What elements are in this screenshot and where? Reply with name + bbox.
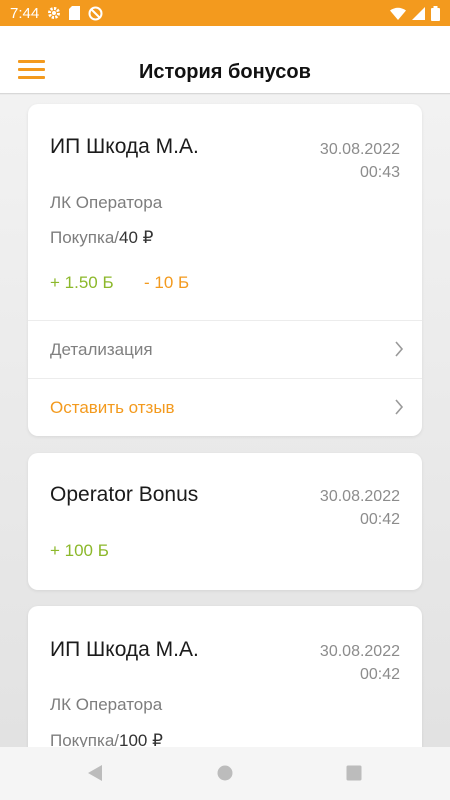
card-time: 00:42	[359, 511, 400, 528]
bonus-history-list[interactable]: ИП Шкода М.А. 30.08.2022 00:43 ЛК Операт…	[0, 95, 450, 747]
bonus-accrued: + 1.50 Б	[50, 273, 114, 292]
leave-review-label: Оставить отзыв	[50, 398, 175, 417]
card-date: 30.08.2022	[319, 488, 400, 505]
card-date: 30.08.2022	[319, 643, 400, 660]
wifi-icon	[390, 7, 406, 20]
card-merchant-title: ИП Шкода М.А.	[50, 638, 199, 661]
battery-icon	[431, 5, 440, 21]
recents-square-icon[interactable]	[346, 765, 362, 786]
purchase-amount: 40 ₽	[119, 228, 154, 247]
purchase-label: Покупка/	[50, 228, 119, 247]
system-navigation-bar	[0, 747, 450, 800]
card-date: 30.08.2022	[319, 141, 400, 158]
history-card[interactable]: ИП Шкода М.А. 30.08.2022 00:42 ЛК Операт…	[28, 606, 422, 747]
status-bar: 7:44	[0, 0, 450, 26]
history-card[interactable]: Operator Bonus 30.08.2022 00:42 + 100 Б	[28, 453, 422, 590]
bonus-accrued: + 100 Б	[50, 541, 109, 560]
card-merchant-title: ИП Шкода М.А.	[50, 135, 199, 158]
card-time: 00:43	[359, 164, 400, 181]
leave-review-row[interactable]: Оставить отзыв	[28, 378, 422, 435]
chevron-right-icon	[394, 399, 404, 420]
no-disturb-icon	[88, 6, 103, 21]
card-purchase: Покупка/40 ₽	[50, 228, 153, 248]
chevron-right-icon	[394, 341, 404, 362]
purchase-label: Покупка/	[50, 731, 119, 747]
details-label: Детализация	[50, 340, 153, 359]
home-circle-icon[interactable]	[217, 765, 233, 786]
card-operator: ЛК Оператора	[50, 193, 163, 212]
details-row[interactable]: Детализация	[28, 320, 422, 377]
status-time: 7:44	[10, 4, 40, 22]
sd-card-icon	[69, 6, 81, 20]
page-title: История бонусов	[139, 61, 311, 83]
card-purchase: Покупка/100 ₽	[50, 731, 163, 747]
card-operator: ЛК Оператора	[50, 695, 163, 714]
purchase-amount: 100 ₽	[119, 731, 163, 747]
app-bar: История бонусов	[0, 26, 450, 94]
settings-gear-icon	[47, 6, 61, 20]
history-card[interactable]: ИП Шкода М.А. 30.08.2022 00:43 ЛК Операт…	[28, 104, 422, 436]
signal-icon	[412, 6, 425, 20]
card-merchant-title: Operator Bonus	[50, 483, 199, 506]
card-time: 00:42	[359, 666, 400, 683]
back-triangle-icon[interactable]	[87, 764, 103, 787]
bonus-spent: - 10 Б	[144, 273, 190, 292]
